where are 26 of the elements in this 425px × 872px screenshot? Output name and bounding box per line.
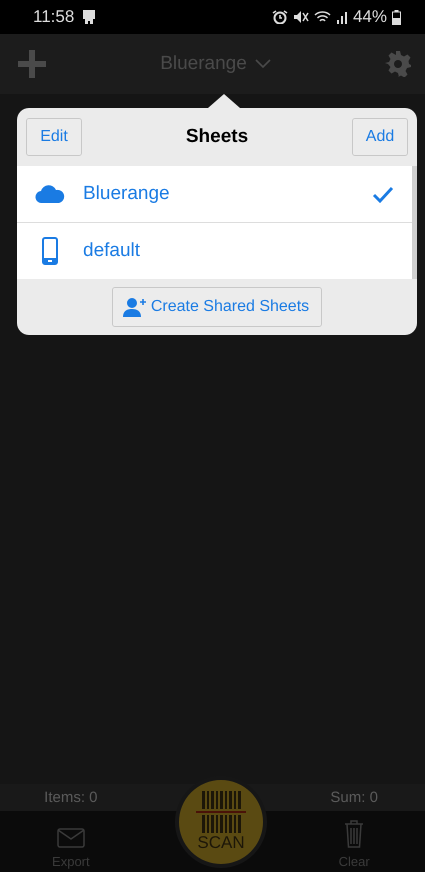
signal-icon: [336, 10, 348, 24]
status-time: 11:58: [33, 7, 74, 27]
add-icon[interactable]: [18, 50, 46, 78]
alarm-icon: [272, 10, 288, 24]
barcode-icon: [196, 791, 246, 833]
battery-percent: 44%: [352, 7, 387, 27]
trash-icon: [344, 820, 364, 848]
popover-title: Sheets: [186, 126, 248, 148]
settings-icon[interactable]: [385, 51, 411, 77]
sheet-item[interactable]: Bluerange: [17, 166, 412, 222]
envelope-icon: [56, 828, 85, 848]
mute-icon: [292, 10, 309, 24]
items-count: Items: 0: [43, 789, 99, 806]
phone-icon: [42, 237, 58, 265]
sheet-item[interactable]: default: [17, 222, 412, 279]
cloud-icon: [35, 185, 65, 203]
chevron-down-icon[interactable]: [254, 59, 271, 69]
battery-icon: [392, 10, 401, 24]
sum-total: Sum: 0: [329, 789, 379, 806]
wifi-icon: [314, 10, 331, 24]
create-shared-sheets-button[interactable]: Create Shared Sheets: [112, 287, 322, 327]
notification-icon: [82, 9, 96, 25]
add-person-icon: [122, 297, 147, 317]
add-button[interactable]: Add: [352, 118, 408, 156]
edit-button[interactable]: Edit: [26, 118, 82, 156]
checkmark-icon: [372, 186, 394, 202]
